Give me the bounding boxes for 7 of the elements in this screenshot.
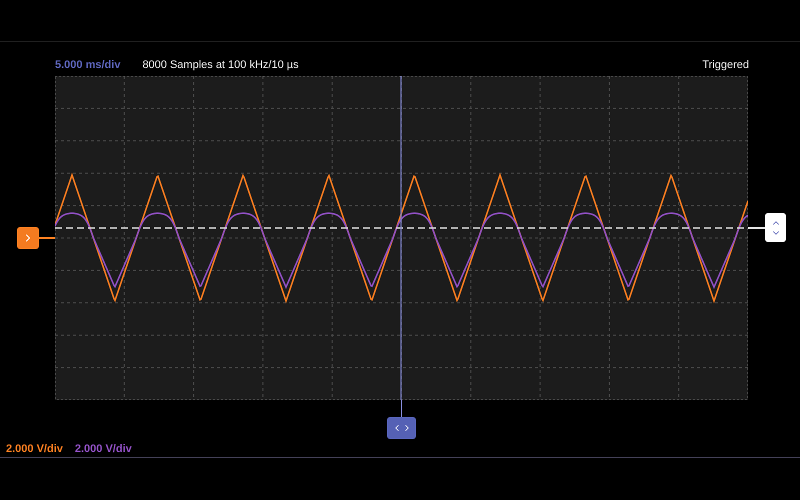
- sampling-info: 8000 Samples at 100 kHz/10 µs: [142, 58, 299, 72]
- channel-scale-label: 2.000 V/div: [74, 442, 132, 457]
- trigger-status: Triggered: [702, 58, 749, 72]
- trigger-marker[interactable]: [17, 227, 39, 249]
- level-adjust-button[interactable]: [765, 213, 786, 242]
- channel-scale-label: 2.000 V/div: [6, 442, 63, 457]
- timebase-label: 5.000 ms/div: [55, 58, 120, 72]
